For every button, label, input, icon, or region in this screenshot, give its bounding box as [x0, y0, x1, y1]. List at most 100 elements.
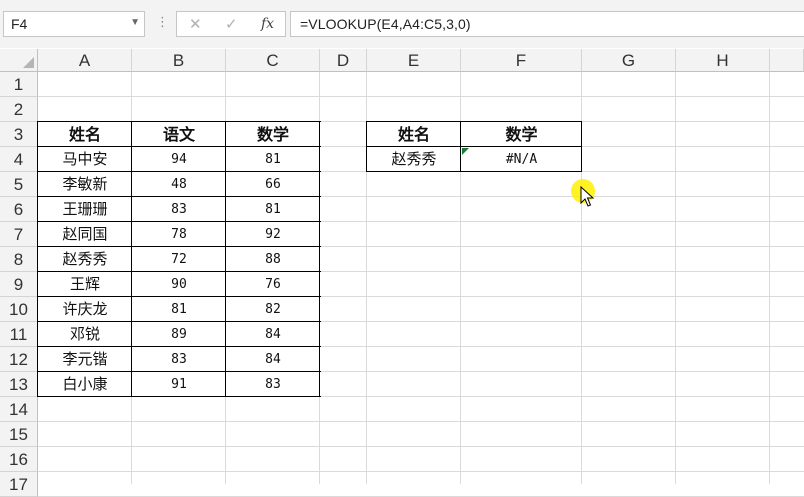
table1-cell[interactable]: 72 [132, 247, 226, 272]
mouse-pointer-icon [580, 186, 594, 207]
table1-cell[interactable]: 94 [132, 147, 226, 172]
table-border [37, 271, 321, 272]
name-box-value: F4 [11, 16, 28, 32]
table1-cell[interactable]: 李元锴 [38, 347, 132, 372]
table1-cell[interactable]: 邓锐 [38, 322, 132, 347]
table1-cell[interactable]: 92 [226, 222, 320, 247]
table1-cell[interactable]: 90 [132, 272, 226, 297]
table1-cell[interactable]: 66 [226, 172, 320, 197]
table1-cell[interactable]: 48 [132, 172, 226, 197]
table-border [319, 121, 320, 397]
table-border [37, 246, 321, 247]
formula-buttons: ✕ ✓ fx [176, 11, 286, 37]
row-header-7[interactable]: 7 [0, 222, 38, 247]
chevron-down-icon[interactable]: ▼ [130, 17, 140, 28]
table1-cell[interactable]: 81 [226, 197, 320, 222]
formula-input[interactable]: =VLOOKUP(E4,A4:C5,3,0) [290, 11, 804, 37]
select-all-corner[interactable] [0, 49, 38, 72]
table1-cell[interactable]: 83 [132, 197, 226, 222]
table-border [37, 196, 321, 197]
table1-cell[interactable]: 89 [132, 322, 226, 347]
column-header-c[interactable]: C [226, 49, 320, 72]
row-header-14[interactable]: 14 [0, 397, 38, 422]
table1-cell[interactable]: 83 [132, 347, 226, 372]
table2-lookup-name-cell[interactable]: 赵秀秀 [367, 147, 461, 172]
gridline-horizontal [38, 96, 804, 97]
table1-cell[interactable]: 81 [226, 147, 320, 172]
fx-icon[interactable]: fx [261, 16, 274, 32]
table1-cell[interactable]: 赵同国 [38, 222, 132, 247]
table-border [37, 221, 321, 222]
column-header-b[interactable]: B [132, 49, 226, 72]
table1-cell[interactable]: 赵秀秀 [38, 247, 132, 272]
table1-cell[interactable]: 82 [226, 297, 320, 322]
more-options-icon[interactable]: ⋮ [156, 14, 169, 30]
table1-cell[interactable]: 84 [226, 322, 320, 347]
enter-icon[interactable]: ✓ [225, 15, 238, 33]
table1-cell[interactable]: 马中安 [38, 147, 132, 172]
formula-bar-area: F4 ▼ ⋮ ✕ ✓ fx =VLOOKUP(E4,A4:C5,3,0) [0, 0, 804, 48]
column-header-next[interactable] [770, 49, 804, 72]
table-border [37, 396, 321, 397]
column-header-d[interactable]: D [320, 49, 367, 72]
table1-cell[interactable]: 78 [132, 222, 226, 247]
error-indicator-icon[interactable] [462, 148, 469, 155]
row-header-15[interactable]: 15 [0, 422, 38, 447]
table1-cell[interactable]: 王辉 [38, 272, 132, 297]
table-border [37, 296, 321, 297]
table-border [37, 121, 321, 122]
row-header-17[interactable]: 17 [0, 472, 38, 497]
name-box[interactable]: F4 ▼ [3, 11, 145, 37]
table1-cell[interactable]: 王珊珊 [38, 197, 132, 222]
row-header-5[interactable]: 5 [0, 172, 38, 197]
gridline-horizontal [38, 446, 804, 447]
table-border [37, 146, 321, 147]
table-border [366, 121, 582, 122]
row-header-12[interactable]: 12 [0, 347, 38, 372]
table1-cell[interactable]: 91 [132, 372, 226, 397]
row-header-6[interactable]: 6 [0, 197, 38, 222]
table-border [37, 171, 321, 172]
table1-cell[interactable]: 许庆龙 [38, 297, 132, 322]
table1-cell[interactable]: 83 [226, 372, 320, 397]
table-border [131, 121, 132, 397]
table2-header-cell[interactable]: 数学 [461, 122, 582, 147]
table1-cell[interactable]: 81 [132, 297, 226, 322]
table-border [37, 346, 321, 347]
table1-cell[interactable]: 88 [226, 247, 320, 272]
table-border [37, 371, 321, 372]
row-header-2[interactable]: 2 [0, 97, 38, 122]
table-border [37, 321, 321, 322]
column-header-h[interactable]: H [676, 49, 770, 72]
gridline-vertical [675, 72, 676, 484]
table2-header-cell[interactable]: 姓名 [367, 122, 461, 147]
table1-header-cell[interactable]: 语文 [132, 122, 226, 147]
gridline-horizontal [38, 471, 804, 472]
row-header-3[interactable]: 3 [0, 122, 38, 147]
table-border [366, 171, 582, 172]
row-header-10[interactable]: 10 [0, 297, 38, 322]
table1-header-cell[interactable]: 姓名 [38, 122, 132, 147]
row-header-8[interactable]: 8 [0, 247, 38, 272]
table-border [366, 146, 582, 147]
column-header-g[interactable]: G [582, 49, 676, 72]
cancel-icon[interactable]: ✕ [189, 15, 202, 33]
table1-cell[interactable]: 84 [226, 347, 320, 372]
row-header-13[interactable]: 13 [0, 372, 38, 397]
table1-cell[interactable]: 李敏新 [38, 172, 132, 197]
table1-cell[interactable]: 白小康 [38, 372, 132, 397]
table1-cell[interactable]: 76 [226, 272, 320, 297]
row-header-16[interactable]: 16 [0, 447, 38, 472]
table-border [225, 121, 226, 397]
formula-text: =VLOOKUP(E4,A4:C5,3,0) [300, 16, 471, 32]
table1-header-cell[interactable]: 数学 [226, 122, 320, 147]
column-header-f[interactable]: F [461, 49, 582, 72]
row-header-4[interactable]: 4 [0, 147, 38, 172]
row-header-9[interactable]: 9 [0, 272, 38, 297]
column-header-a[interactable]: A [38, 49, 132, 72]
column-header-e[interactable]: E [367, 49, 461, 72]
table2-result-cell[interactable]: #N/A [461, 147, 582, 172]
row-header-1[interactable]: 1 [0, 72, 38, 97]
row-header-11[interactable]: 11 [0, 322, 38, 347]
table-border [37, 121, 38, 397]
